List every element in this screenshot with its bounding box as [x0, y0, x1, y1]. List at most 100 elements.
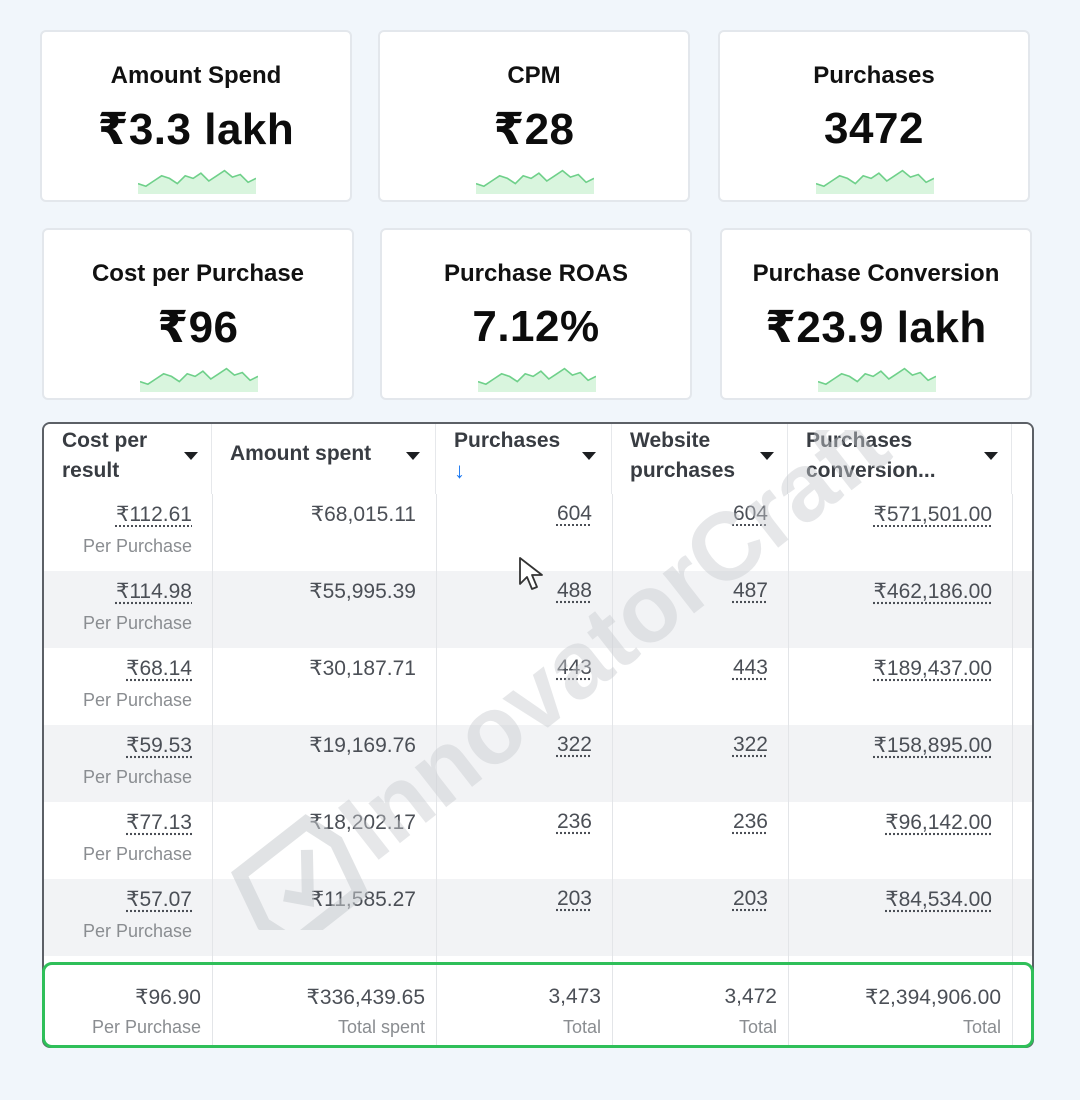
chevron-down-icon[interactable]	[984, 452, 998, 460]
table-row: ₹57.07 Per Purchase ₹11,585.27 203 203 ₹…	[44, 879, 1032, 956]
cost-per-result-value[interactable]: ₹68.14	[126, 656, 192, 681]
kpi-title: CPM	[507, 62, 561, 89]
amount-spent-value: ₹55,995.39	[309, 580, 416, 603]
kpi-value: 7.12%	[472, 302, 600, 351]
kpi-value: ₹96	[157, 303, 239, 352]
kpi-card-amount-spend: Amount Spend ₹3.3 lakh	[40, 30, 352, 202]
website-purchases-value[interactable]: 443	[733, 656, 768, 680]
amount-spent-value: ₹30,187.71	[309, 657, 416, 680]
total-amount-spent-label: Total spent	[337, 1017, 425, 1037]
cost-per-result-value[interactable]: ₹57.07	[126, 887, 192, 912]
total-cost-per-result-unit: Per Purchase	[91, 1017, 201, 1037]
cost-per-result-unit: Per Purchase	[82, 921, 192, 941]
header-line: Amount spent	[230, 442, 372, 465]
cost-per-result-unit: Per Purchase	[82, 536, 192, 556]
header-line: Purchases	[454, 429, 561, 452]
header-line: conversion...	[806, 459, 936, 482]
kpi-card-purchases: Purchases 3472	[718, 30, 1030, 202]
kpi-title: Purchase Conversion	[752, 260, 1000, 287]
kpi-card-purchase-roas: Purchase ROAS 7.12%	[380, 228, 692, 400]
kpi-card-cpm: CPM ₹28	[378, 30, 690, 202]
sparkline	[138, 169, 256, 194]
purchases-value[interactable]: 203	[557, 887, 592, 911]
kpi-title: Amount Spend	[110, 62, 282, 89]
website-purchases-value[interactable]: 604	[733, 502, 768, 526]
purchases-value[interactable]: 322	[557, 733, 592, 757]
total-purchases: 3,473	[548, 985, 601, 1008]
totals-row: ₹96.90 Per Purchase ₹336,439.65 Total sp…	[42, 962, 1034, 1048]
kpi-title: Purchases	[813, 62, 935, 89]
cost-per-result-unit: Per Purchase	[82, 690, 192, 710]
purchases-value[interactable]: 236	[557, 810, 592, 834]
column-header-amount-spent[interactable]: Amount spent	[212, 424, 436, 494]
purchases-conversion-value[interactable]: ₹96,142.00	[885, 810, 992, 835]
total-purchases-label: Total	[562, 1017, 601, 1037]
chevron-down-icon[interactable]	[406, 452, 420, 460]
column-header-cost-per-result[interactable]: Cost per result	[44, 424, 212, 494]
table-header: Cost per result Amount spent Purchases ↓ W…	[44, 424, 1032, 495]
kpi-value: ₹28	[493, 105, 575, 154]
total-cost-per-result: ₹96.90	[135, 986, 201, 1009]
total-website-purchases-label: Total	[738, 1017, 777, 1037]
purchases-value[interactable]: 488	[557, 579, 592, 603]
purchases-value[interactable]: 443	[557, 656, 592, 680]
sparkline	[816, 169, 934, 194]
header-line: purchases	[630, 459, 736, 482]
sparkline-area	[138, 170, 256, 194]
purchases-conversion-value[interactable]: ₹462,186.00	[874, 579, 992, 604]
column-header-website-purchases[interactable]: Website purchases	[612, 424, 788, 494]
total-purchases-conversion-label: Total	[962, 1017, 1001, 1037]
total-purchases-conversion: ₹2,394,906.00	[865, 986, 1001, 1009]
kpi-title: Purchase ROAS	[443, 260, 629, 287]
cost-per-result-value[interactable]: ₹77.13	[126, 810, 192, 835]
chevron-down-icon[interactable]	[760, 452, 774, 460]
amount-spent-value: ₹18,202.17	[309, 811, 416, 834]
kpi-card-cost-per-purchase: Cost per Purchase ₹96	[42, 228, 354, 400]
sparkline-area	[476, 170, 594, 194]
purchases-conversion-value[interactable]: ₹84,534.00	[885, 887, 992, 912]
table-row: ₹77.13 Per Purchase ₹18,202.17 236 236 ₹…	[44, 802, 1032, 879]
purchases-value[interactable]: 604	[557, 502, 592, 526]
header-line: result	[62, 459, 120, 482]
sparkline-area	[818, 368, 936, 392]
cost-per-result-value[interactable]: ₹114.98	[116, 579, 192, 604]
amount-spent-value: ₹19,169.76	[309, 734, 416, 757]
sparkline-area	[816, 170, 934, 194]
sparkline	[818, 367, 936, 392]
total-amount-spent: ₹336,439.65	[306, 986, 425, 1009]
sort-descending-icon[interactable]: ↓	[454, 458, 465, 483]
column-header-purchases-conversion[interactable]: Purchases conversion...	[788, 424, 1012, 494]
amount-spent-value: ₹11,585.27	[310, 888, 416, 911]
cost-per-result-value[interactable]: ₹59.53	[126, 733, 192, 758]
column-header-purchases[interactable]: Purchases ↓	[436, 424, 612, 494]
header-line: Purchases	[806, 429, 913, 452]
header-line: Cost per	[62, 429, 148, 452]
website-purchases-value[interactable]: 203	[733, 887, 768, 911]
website-purchases-value[interactable]: 487	[733, 579, 768, 603]
sparkline	[476, 169, 594, 194]
sparkline	[478, 367, 596, 392]
purchases-conversion-value[interactable]: ₹158,895.00	[874, 733, 992, 758]
purchases-conversion-value[interactable]: ₹189,437.00	[874, 656, 992, 681]
kpi-title: Cost per Purchase	[91, 260, 305, 287]
cost-per-result-unit: Per Purchase	[82, 844, 192, 864]
table-row: ₹68.14 Per Purchase ₹30,187.71 443 443 ₹…	[44, 648, 1032, 725]
kpi-value: 3472	[824, 104, 924, 153]
chevron-down-icon[interactable]	[184, 452, 198, 460]
total-website-purchases: 3,472	[724, 985, 777, 1008]
mouse-pointer-icon	[519, 557, 543, 590]
cost-per-result-value[interactable]: ₹112.61	[116, 502, 192, 527]
website-purchases-value[interactable]: 322	[733, 733, 768, 757]
cost-per-result-unit: Per Purchase	[82, 767, 192, 787]
chevron-down-icon[interactable]	[582, 452, 596, 460]
website-purchases-value[interactable]: 236	[733, 810, 768, 834]
sparkline	[140, 367, 258, 392]
ads-results-table: Cost per result Amount spent Purchases ↓ W…	[42, 422, 1034, 1048]
table-row: ₹59.53 Per Purchase ₹19,169.76 322 322 ₹…	[44, 725, 1032, 802]
sparkline-area	[478, 368, 596, 392]
kpi-card-purchase-conversion: Purchase Conversion ₹23.9 lakh	[720, 228, 1032, 400]
kpi-value: ₹3.3 lakh	[97, 105, 295, 154]
amount-spent-value: ₹68,015.11	[310, 503, 416, 526]
purchases-conversion-value[interactable]: ₹571,501.00	[874, 502, 992, 527]
kpi-value: ₹23.9 lakh	[765, 303, 987, 352]
